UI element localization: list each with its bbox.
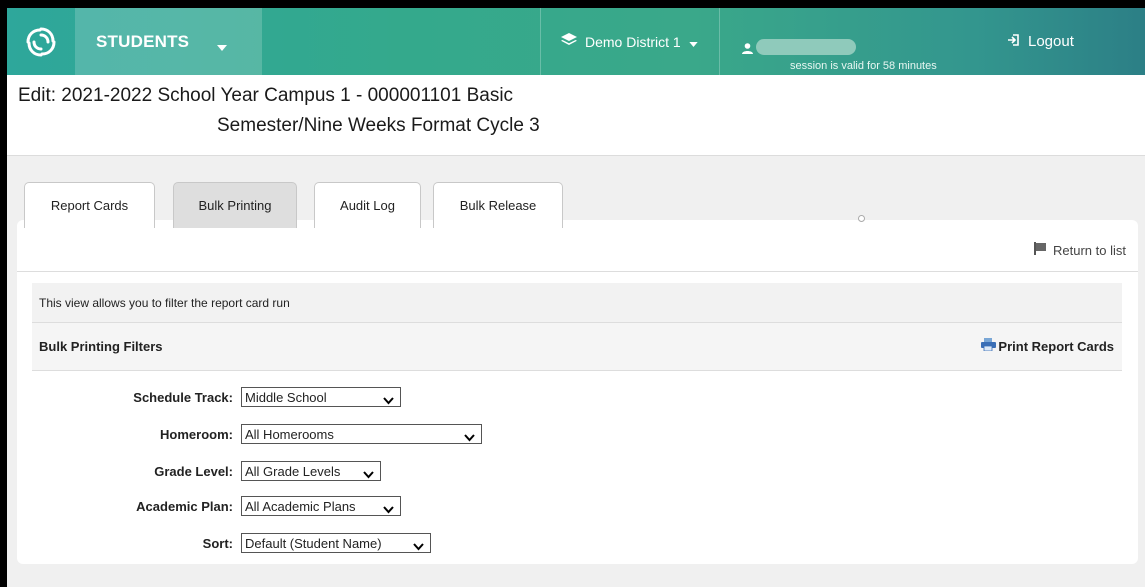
- filter-row-sort: Sort: Default (Student Name): [17, 533, 617, 555]
- layers-icon: [561, 33, 577, 50]
- academic-plan-value: All Academic Plans: [245, 498, 356, 514]
- person-icon: [742, 41, 753, 59]
- module-label: STUDENTS: [96, 31, 190, 51]
- session-timer-text: session is valid for 58 minutes: [790, 60, 937, 72]
- district-label: Demo District 1: [585, 33, 681, 50]
- academic-plan-label: Academic Plan:: [136, 499, 233, 514]
- content-panel: Return to list This view allows you to f…: [17, 220, 1138, 564]
- filter-row-homeroom: Homeroom: All Homerooms: [17, 424, 617, 446]
- chevron-down-icon: [383, 393, 394, 408]
- flag-icon: [1034, 242, 1047, 258]
- printer-icon: [981, 338, 997, 354]
- filter-row-schedule-track: Schedule Track: Middle School: [17, 387, 617, 409]
- district-selector[interactable]: Demo District 1: [540, 8, 720, 75]
- print-report-cards-button[interactable]: Print Report Cards: [981, 338, 1114, 354]
- homeroom-label: Homeroom:: [160, 427, 233, 442]
- chevron-down-icon: [383, 502, 394, 517]
- logout-icon: [1007, 33, 1020, 50]
- return-to-list-link[interactable]: Return to list: [1034, 242, 1126, 258]
- academic-plan-select[interactable]: All Academic Plans: [241, 496, 401, 516]
- schedule-track-label: Schedule Track:: [133, 390, 233, 405]
- print-report-cards-label: Print Report Cards: [998, 338, 1114, 354]
- grade-level-select[interactable]: All Grade Levels: [241, 461, 381, 481]
- logout-button[interactable]: Logout: [1007, 8, 1074, 75]
- chevron-down-icon: [413, 539, 424, 554]
- swirl-logo-icon[interactable]: [7, 8, 75, 75]
- sort-value: Default (Student Name): [245, 535, 382, 551]
- radio-indicator: [858, 215, 865, 222]
- caret-down-icon: [217, 38, 227, 56]
- schedule-track-select[interactable]: Middle School: [241, 387, 401, 407]
- filter-row-grade-level: Grade Level: All Grade Levels: [17, 461, 617, 483]
- sort-label: Sort:: [202, 536, 233, 551]
- grade-level-value: All Grade Levels: [245, 463, 341, 479]
- tab-bulk-printing[interactable]: Bulk Printing: [173, 182, 297, 228]
- filters-header: Bulk Printing Filters Print Report Cards: [32, 323, 1122, 371]
- filters-heading: Bulk Printing Filters: [39, 339, 163, 354]
- redacted-username: [756, 39, 856, 55]
- page-title: Edit: 2021-2022 School Year Campus 1 - 0…: [7, 75, 1145, 156]
- top-navigation-bar: STUDENTS Demo District 1 session is vali…: [7, 8, 1145, 75]
- homeroom-select[interactable]: All Homerooms: [241, 424, 482, 444]
- caret-down-icon: [689, 34, 698, 50]
- sort-select[interactable]: Default (Student Name): [241, 533, 431, 553]
- chevron-down-icon: [363, 467, 374, 482]
- tab-report-cards[interactable]: Report Cards: [24, 182, 155, 228]
- page-title-line-1: Edit: 2021-2022 School Year Campus 1 - 0…: [18, 85, 514, 106]
- chevron-down-icon: [464, 430, 475, 445]
- tab-bulk-release[interactable]: Bulk Release: [433, 182, 563, 228]
- filter-row-academic-plan: Academic Plan: All Academic Plans: [17, 496, 617, 518]
- info-message: This view allows you to filter the repor…: [32, 283, 1122, 323]
- schedule-track-value: Middle School: [245, 389, 327, 405]
- tab-audit-log[interactable]: Audit Log: [314, 182, 421, 228]
- panel-toolbar: Return to list: [17, 228, 1138, 272]
- page-title-line-2: Semester/Nine Weeks Format Cycle 3: [217, 115, 540, 136]
- homeroom-value: All Homerooms: [245, 426, 334, 442]
- grade-level-label: Grade Level:: [154, 464, 233, 479]
- logout-label: Logout: [1028, 33, 1074, 50]
- return-to-list-label: Return to list: [1053, 242, 1126, 258]
- app-frame: STUDENTS Demo District 1 session is vali…: [7, 8, 1145, 587]
- module-switcher[interactable]: STUDENTS: [75, 8, 262, 75]
- user-menu[interactable]: session is valid for 58 minutes: [720, 8, 970, 75]
